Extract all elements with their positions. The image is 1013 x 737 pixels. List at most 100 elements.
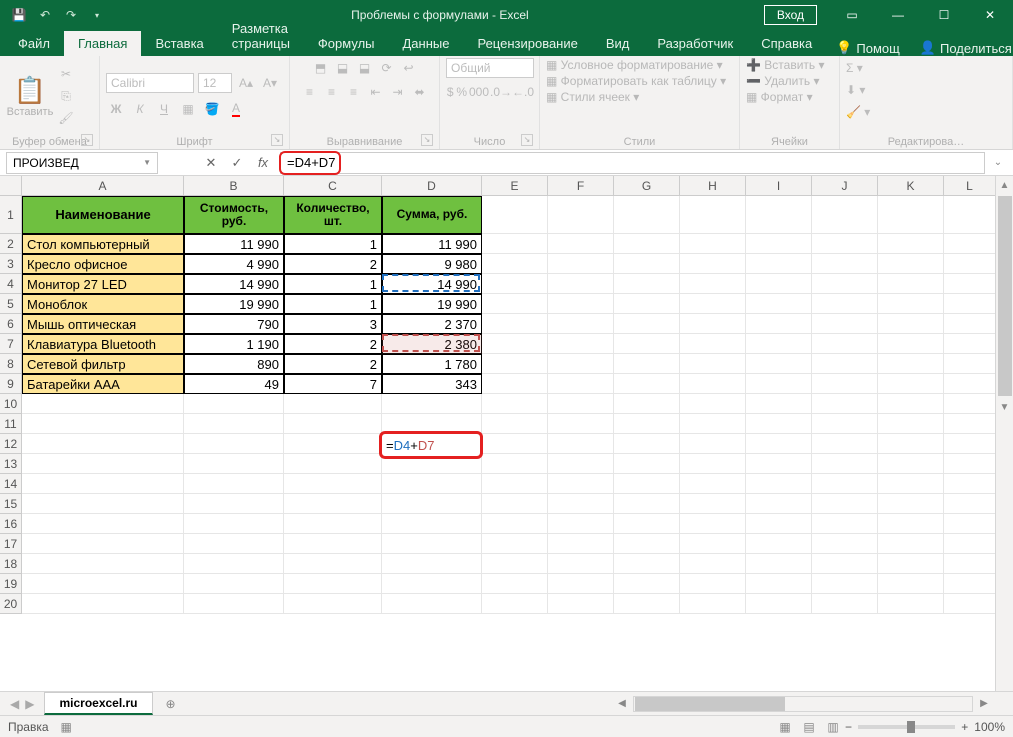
close-icon[interactable]: ✕ [967,0,1013,30]
cell[interactable] [746,254,812,274]
align-center-icon[interactable]: ≡ [322,82,342,102]
cell[interactable] [746,554,812,574]
login-button[interactable]: Вход [764,5,817,25]
cell[interactable] [382,514,482,534]
fx-icon[interactable]: fx [250,152,276,174]
cell[interactable] [746,594,812,614]
cell[interactable] [482,594,548,614]
qat-customize-icon[interactable]: ▾ [86,4,108,26]
cell[interactable] [878,454,944,474]
decrease-indent-icon[interactable]: ⇤ [366,82,386,102]
orientation-icon[interactable]: ⟳ [377,58,397,78]
cell[interactable] [184,474,284,494]
cell[interactable] [680,234,746,254]
paste-button[interactable]: 📋 Вставить [6,61,54,131]
cell[interactable] [22,594,184,614]
cell[interactable] [548,414,614,434]
cell[interactable] [382,594,482,614]
cell[interactable] [614,474,680,494]
row-header[interactable]: 20 [0,594,22,614]
cell[interactable] [878,314,944,334]
cell[interactable] [548,294,614,314]
cell[interactable] [614,494,680,514]
ribbon-display-icon[interactable]: ▭ [829,0,875,30]
tab-home[interactable]: Главная [64,31,141,56]
cell[interactable] [944,394,996,414]
cell[interactable] [812,494,878,514]
cell[interactable] [548,574,614,594]
row-header[interactable]: 10 [0,394,22,414]
cell[interactable]: 2 [284,254,382,274]
cell[interactable] [944,274,996,294]
cell[interactable] [548,334,614,354]
cell[interactable]: 1 780 [382,354,482,374]
conditional-format-button[interactable]: ▦ Условное форматирование ▾ [546,58,723,72]
cell[interactable]: 19 990 [184,294,284,314]
cell[interactable] [746,434,812,454]
cell[interactable] [482,254,548,274]
cell[interactable] [812,454,878,474]
select-all-corner[interactable] [0,176,22,196]
cell[interactable] [184,394,284,414]
cell[interactable] [878,234,944,254]
row-header[interactable]: 5 [0,294,22,314]
row-header[interactable]: 12 [0,434,22,454]
cell[interactable] [382,494,482,514]
cell[interactable] [746,454,812,474]
formula-input[interactable]: =D4+D7 [280,152,985,174]
cell[interactable] [482,494,548,514]
cell[interactable] [482,454,548,474]
cell[interactable] [680,474,746,494]
cell[interactable] [944,294,996,314]
cell[interactable] [548,274,614,294]
autosum-icon[interactable]: Σ ▾ [846,58,863,78]
cell[interactable] [184,514,284,534]
underline-icon[interactable]: Ч [154,99,174,119]
format-table-button[interactable]: ▦ Форматировать как таблицу ▾ [546,74,726,88]
row-header[interactable]: 11 [0,414,22,434]
cell[interactable] [614,314,680,334]
fill-icon[interactable]: ⬇ ▾ [846,80,865,100]
cell[interactable] [382,574,482,594]
cell[interactable]: 343 [382,374,482,394]
cell[interactable] [680,554,746,574]
cell[interactable] [944,474,996,494]
cell[interactable] [878,574,944,594]
dialog-launcher-icon[interactable]: ↘ [81,134,93,146]
copy-icon[interactable]: ⎘ [56,86,76,106]
cell[interactable]: 4 990 [184,254,284,274]
tab-help[interactable]: Справка [747,31,826,56]
cell[interactable] [22,534,184,554]
cell[interactable] [944,196,996,234]
row-header[interactable]: 13 [0,454,22,474]
undo-icon[interactable]: ↶ [34,4,56,26]
cell[interactable] [284,574,382,594]
cell[interactable] [680,374,746,394]
cell[interactable] [680,534,746,554]
currency-icon[interactable]: $ [446,82,454,102]
cell[interactable] [614,374,680,394]
align-top-icon[interactable]: ⬒ [311,58,331,78]
cell[interactable] [382,554,482,574]
cell[interactable] [184,594,284,614]
cell[interactable] [614,254,680,274]
cell[interactable] [482,514,548,534]
cell[interactable] [944,514,996,534]
cell[interactable] [944,494,996,514]
cell[interactable] [184,454,284,474]
cell[interactable] [614,354,680,374]
cell[interactable]: Мышь оптическая [22,314,184,334]
cell[interactable]: Количество, шт. [284,196,382,234]
font-size-input[interactable] [198,73,232,93]
row-header[interactable]: 14 [0,474,22,494]
font-color-icon[interactable]: A [226,99,246,119]
cell[interactable] [878,594,944,614]
save-icon[interactable]: 💾 [8,4,30,26]
tab-layout[interactable]: Разметка страницы [218,16,304,56]
cell[interactable] [614,574,680,594]
cell[interactable] [812,554,878,574]
cell[interactable] [284,474,382,494]
cell[interactable] [22,434,184,454]
cell[interactable]: Клавиатура Bluetooth [22,334,184,354]
tab-data[interactable]: Данные [389,31,464,56]
